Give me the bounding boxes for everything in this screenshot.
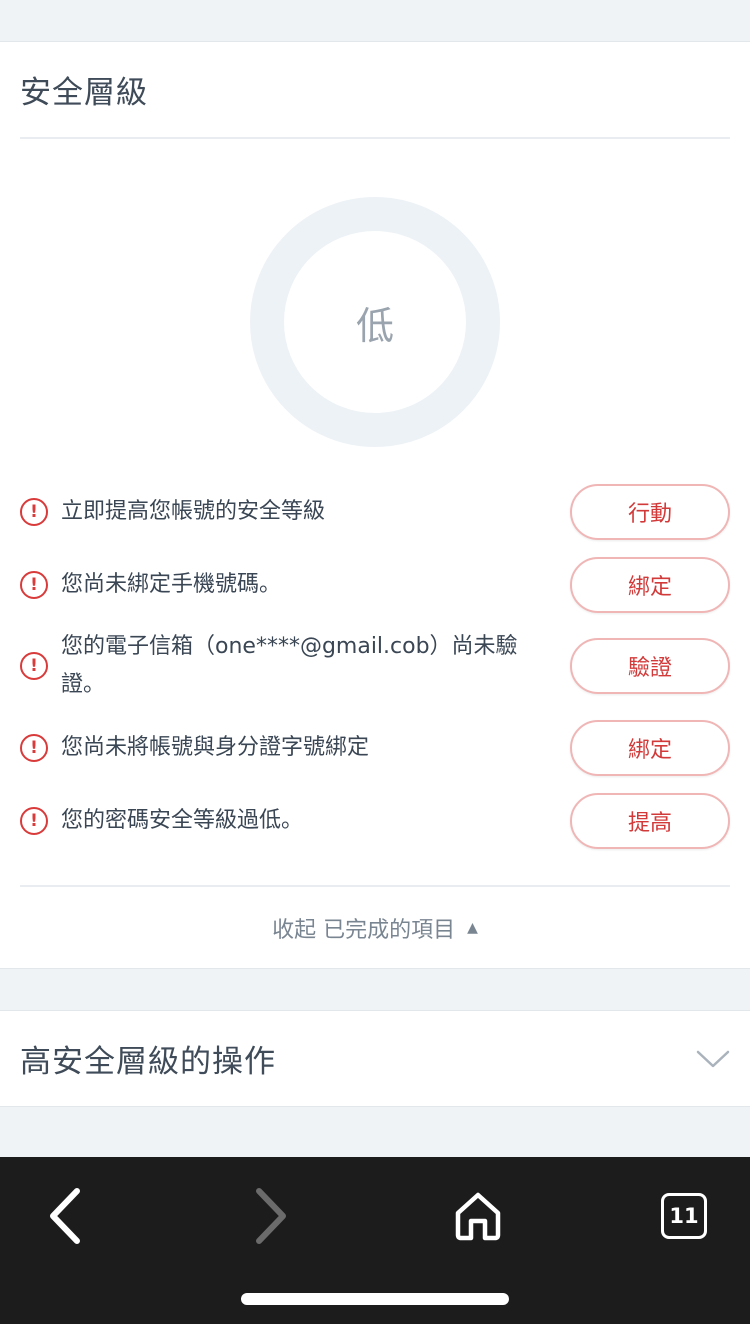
issue-item: ! 您尚未綁定手機號碼。 綁定 xyxy=(20,548,730,621)
warning-icon: ! xyxy=(20,806,48,835)
security-level-title: 安全層級 xyxy=(20,75,148,111)
security-level-card: 安全層級 低 ! 立即提高您帳號的安全等級 行動 ! 您尚未綁定手機號碼。 綁定… xyxy=(0,42,750,969)
collapse-label: 收起 已完成的項目 xyxy=(272,918,456,943)
issue-item: ! 您的密碼安全等級過低。 提高 xyxy=(20,784,730,857)
security-level-value: 低 xyxy=(355,303,394,348)
warning-icon: ! xyxy=(20,652,48,680)
chevron-left-icon xyxy=(50,1188,80,1244)
verify-email-button[interactable]: 驗證 xyxy=(570,638,730,694)
caret-up-icon: ▲ xyxy=(467,920,478,936)
security-level-ring: 低 xyxy=(250,197,500,447)
bind-phone-button[interactable]: 綁定 xyxy=(570,556,730,613)
tabs-icon: 11 xyxy=(661,1193,707,1239)
warning-icon: ! xyxy=(20,570,48,599)
tabs-button[interactable]: 11 xyxy=(644,1181,724,1251)
tab-count: 11 xyxy=(669,1204,699,1228)
page-bottom xyxy=(0,1107,750,1153)
section-gap xyxy=(0,969,750,1011)
issue-list: ! 立即提高您帳號的安全等級 行動 ! 您尚未綁定手機號碼。 綁定 ! 您的電子… xyxy=(0,475,750,857)
improve-password-button[interactable]: 提高 xyxy=(570,792,730,849)
home-indicator[interactable] xyxy=(241,1293,509,1305)
security-ring-area: 低 xyxy=(0,139,750,475)
chevron-down-icon xyxy=(696,1050,730,1067)
forward-button[interactable] xyxy=(231,1181,311,1251)
chevron-right-icon xyxy=(256,1188,286,1244)
issue-text: 立即提高您帳號的安全等級 xyxy=(61,498,326,524)
issue-item: ! 您的電子信箱（one****@gmail.cob）尚未驗證。 驗證 xyxy=(20,621,730,711)
high-security-ops-card[interactable]: 高安全層級的操作 xyxy=(0,1011,750,1107)
issue-item: ! 立即提高您帳號的安全等級 行動 xyxy=(20,475,730,548)
issue-text: 您的密碼安全等級過低。 xyxy=(61,807,304,833)
home-icon xyxy=(455,1192,501,1241)
issue-text: 您尚未將帳號與身分證字號綁定 xyxy=(61,734,370,760)
warning-icon: ! xyxy=(20,733,48,762)
action-button[interactable]: 行動 xyxy=(570,483,730,540)
warning-icon: ! xyxy=(20,497,48,526)
high-security-ops-title: 高安全層級的操作 xyxy=(20,1044,276,1080)
issue-item: ! 您尚未將帳號與身分證字號綁定 綁定 xyxy=(20,711,730,784)
home-button[interactable] xyxy=(438,1181,518,1251)
bind-id-button[interactable]: 綁定 xyxy=(570,719,730,776)
card-header: 安全層級 xyxy=(20,42,730,139)
issue-text: 您的電子信箱（one****@gmail.cob）尚未驗證。 xyxy=(61,634,518,697)
top-strip xyxy=(0,0,750,42)
back-button[interactable] xyxy=(25,1181,105,1251)
browser-toolbar: 11 xyxy=(0,1157,750,1324)
issue-text: 您尚未綁定手機號碼。 xyxy=(61,571,282,597)
collapse-completed-toggle[interactable]: 收起 已完成的項目 ▲ xyxy=(20,885,730,969)
